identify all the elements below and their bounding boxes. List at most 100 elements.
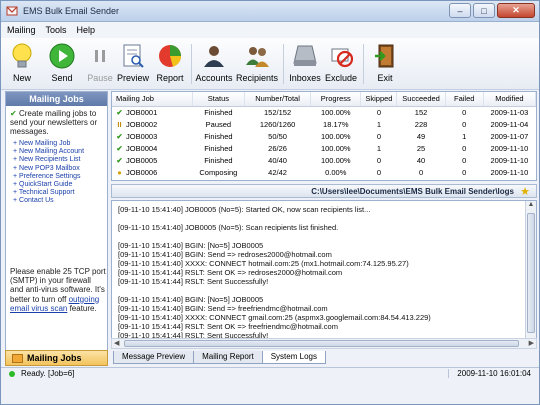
link-new-recipients-list[interactable]: + New Recipients List	[13, 156, 107, 164]
inboxes-label: Inboxes	[289, 73, 321, 83]
number-cell: 50/50	[268, 131, 287, 141]
system-log-view[interactable]: [09-11-10 15:41:40] JOB0005 (No=5): Star…	[111, 200, 537, 349]
sidebar-header: Mailing Jobs	[6, 92, 107, 106]
report-button[interactable]: Report	[154, 42, 186, 87]
succeeded-cell: 228	[414, 119, 428, 129]
send-button[interactable]: Send	[47, 42, 77, 87]
col-status[interactable]: Status	[192, 92, 245, 107]
log-line: [09-11-10 15:41:40] BGIN: [No=5] JOB0005	[118, 295, 264, 304]
sidebar-tab-mailing-jobs[interactable]: Mailing Jobs	[5, 350, 108, 366]
succeeded-cell: 152	[414, 107, 428, 117]
star-icon[interactable]: ★	[520, 185, 530, 198]
jobs-table: Mailing Job Status Number/Total Progress…	[111, 91, 537, 181]
bottom-tabs: Message Preview Mailing Report System Lo…	[111, 351, 537, 365]
tab-system-logs[interactable]: System Logs	[261, 351, 326, 364]
accounts-button[interactable]: Accounts	[195, 42, 233, 87]
progress-cell: 0.00%	[325, 167, 347, 177]
job-name-cell: II JOB0002	[112, 118, 192, 130]
col-progress[interactable]: Progress	[310, 92, 362, 107]
log-line: [09-11-10 15:41:44] RSLT: Sent OK => red…	[118, 268, 343, 277]
status-time: 2009-11-10 16:01:04	[448, 369, 531, 378]
pause-label: Pause	[87, 73, 113, 83]
log-line: [09-11-10 15:41:40] JOB0005 (No=5): Star…	[118, 205, 371, 214]
progress-cell: 100.00%	[320, 155, 351, 165]
exit-button[interactable]: Exit	[371, 42, 399, 87]
tab-mailing-report[interactable]: Mailing Report	[193, 351, 263, 364]
menu-help[interactable]: Help	[77, 25, 96, 35]
link-new-mailing-account[interactable]: + New Mailing Account	[13, 148, 107, 156]
col-skipped[interactable]: Skipped	[360, 92, 398, 107]
table-row[interactable]: ✔ JOB0004 Finished 26/26 100.00% 1 25 0 2…	[112, 142, 536, 154]
number-cell: 1260/1260	[259, 119, 296, 129]
number-cell: 40/40	[268, 155, 287, 165]
link-new-mailing-job[interactable]: + New Mailing Job	[13, 140, 107, 148]
menu-mailing[interactable]: Mailing	[7, 25, 36, 35]
progress-cell: 100.00%	[320, 107, 351, 117]
log-line: [09-11-10 15:41:40] XXXX: CONNECT gmail.…	[118, 313, 431, 322]
check-icon: ✔	[116, 155, 123, 165]
col-modified[interactable]: Modified	[483, 92, 537, 107]
inboxes-button[interactable]: Inboxes	[289, 42, 321, 87]
job-name-cell: ● JOB0006	[112, 166, 192, 178]
scroll-thumb[interactable]	[527, 213, 535, 333]
app-window: EMS Bulk Email Sender – □ ✕ Mailing Tool…	[0, 0, 540, 405]
log-line: [09-11-10 15:41:40] JOB0005 (No=5): Scan…	[118, 223, 339, 232]
table-row[interactable]: II JOB0002 Paused 1260/1260 18.17% 1 228 …	[112, 118, 536, 130]
close-button[interactable]: ✕	[497, 3, 535, 18]
play-icon	[48, 42, 76, 70]
vertical-scrollbar[interactable]: ▲ ▼	[525, 201, 536, 348]
recipients-button[interactable]: Recipients	[236, 42, 278, 87]
job-id: JOB0003	[126, 131, 158, 141]
exclude-button[interactable]: Exclude	[325, 42, 357, 87]
app-logo-icon	[6, 6, 18, 16]
exclude-label: Exclude	[324, 73, 358, 83]
exit-label: Exit	[377, 73, 393, 83]
sidebar-intro-text: Create mailing jobs to send your newslet…	[10, 109, 98, 136]
pie-chart-icon	[156, 42, 184, 70]
table-row[interactable]: ✔ JOB0005 Finished 40/40 100.00% 0 40 0 2…	[112, 154, 536, 166]
failed-cell: 0	[462, 155, 467, 165]
horizontal-scrollbar[interactable]: ◀ ▶	[111, 338, 537, 349]
status-text: Ready. [Job=6]	[21, 369, 75, 378]
table-row[interactable]: ● JOB0006 Composing 42/42 0.00% 0 0 0 200…	[112, 166, 536, 178]
link-preference-settings[interactable]: + Preference Settings	[13, 173, 107, 181]
status-cell: Finished	[204, 131, 233, 141]
col-number-total[interactable]: Number/Total	[244, 92, 312, 107]
preview-button[interactable]: Preview	[117, 42, 149, 87]
toolbar: New Send Pause Preview Report Accounts R…	[1, 38, 539, 90]
skipped-cell: 0	[376, 155, 381, 165]
table-row[interactable]: ✔ JOB0001 Finished 152/152 100.00% 0 152 …	[112, 106, 536, 118]
failed-cell: 0	[462, 107, 467, 117]
col-mailing-job[interactable]: Mailing Job	[112, 92, 193, 107]
link-quickstart-guide[interactable]: + QuickStart Guide	[13, 181, 107, 189]
link-contact-us[interactable]: + Contact Us	[13, 197, 107, 205]
job-name-cell: ✔ JOB0005	[112, 154, 192, 166]
modified-cell: 2009-11-10	[490, 155, 529, 165]
col-succeeded[interactable]: Succeeded	[396, 92, 446, 107]
scroll-right-icon[interactable]: ▶	[529, 339, 534, 347]
exit-door-icon	[371, 42, 399, 70]
link-new-pop3-mailbox[interactable]: + New POP3 Mailbox	[13, 165, 107, 173]
scroll-up-icon[interactable]: ▲	[526, 201, 536, 211]
pause-button[interactable]: Pause	[85, 42, 115, 87]
col-failed[interactable]: Failed	[445, 92, 484, 107]
tab-message-preview[interactable]: Message Preview	[113, 351, 195, 364]
scroll-left-icon[interactable]: ◀	[114, 339, 119, 347]
menu-tools[interactable]: Tools	[46, 25, 67, 35]
number-cell: 152/152	[264, 107, 292, 117]
title-bar: EMS Bulk Email Sender – □ ✕	[1, 1, 539, 22]
new-button[interactable]: New	[7, 42, 37, 87]
check-icon: ✔	[10, 109, 17, 118]
progress-cell: 18.17%	[323, 119, 349, 129]
scroll-thumb[interactable]	[124, 340, 519, 347]
sidebar-links: + New Mailing Job + New Mailing Account …	[6, 136, 107, 206]
skipped-cell: 1	[376, 143, 381, 153]
status-bar: Ready. [Job=6] 2009-11-10 16:01:04	[1, 367, 539, 404]
maximize-button[interactable]: □	[473, 3, 495, 18]
minimize-button[interactable]: –	[449, 3, 471, 18]
window-title: EMS Bulk Email Sender	[23, 6, 120, 16]
link-technical-support[interactable]: + Technical Support	[13, 189, 107, 197]
table-row[interactable]: ✔ JOB0003 Finished 50/50 100.00% 0 49 1 2…	[112, 130, 536, 142]
